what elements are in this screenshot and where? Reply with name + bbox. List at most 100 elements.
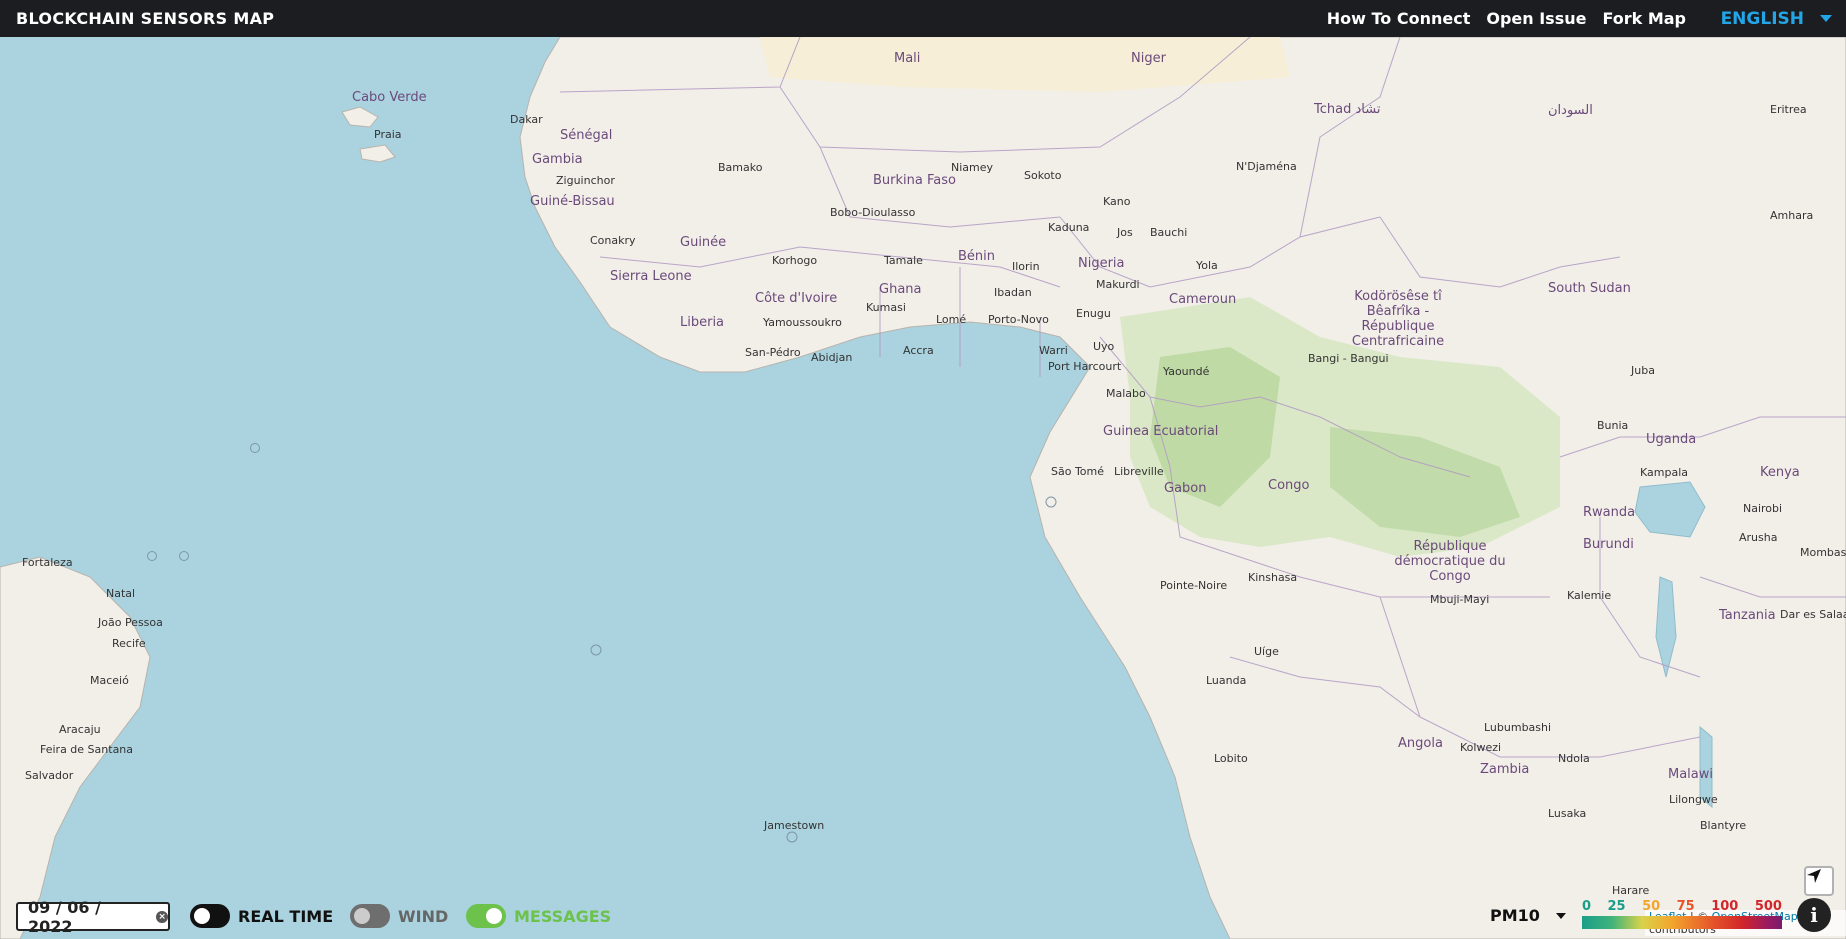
map-label-city: Feira de Santana bbox=[40, 743, 134, 756]
legend-ticks: 0 25 50 75 100 500 bbox=[1582, 899, 1782, 915]
map-label-country: Gambia bbox=[532, 152, 583, 167]
map-label-city: Niamey bbox=[951, 161, 994, 174]
chevron-down-icon bbox=[1820, 15, 1832, 22]
map-label-city: Yaoundé bbox=[1163, 365, 1210, 378]
map-label-city: Bobo-Dioulasso bbox=[830, 206, 916, 219]
map-label-city: São Tomé bbox=[1051, 465, 1105, 478]
map-label-city: Bunia bbox=[1597, 419, 1629, 432]
map-label-country: Malawi bbox=[1668, 767, 1714, 782]
wind-toggle[interactable]: WIND bbox=[350, 904, 448, 928]
realtime-toggle[interactable]: REAL TIME bbox=[190, 904, 333, 928]
map-label-country: Guinée bbox=[680, 235, 727, 250]
date-value: 09 / 06 / 2022 bbox=[28, 897, 101, 936]
map-label-city: Malabo bbox=[1106, 387, 1146, 400]
map-label-city: João Pessoa bbox=[98, 616, 163, 629]
map-label-city: Libreville bbox=[1114, 465, 1164, 478]
map-label-city: Port Harcourt bbox=[1048, 360, 1122, 373]
map-label-city: Amhara bbox=[1770, 209, 1814, 222]
map-label-country: Bénin bbox=[958, 249, 996, 264]
map-label-city: Pointe-Noire bbox=[1160, 579, 1228, 592]
map-label-city: Kaduna bbox=[1048, 221, 1090, 234]
map-label-city: Dar es Salaam bbox=[1780, 608, 1846, 621]
locate-button[interactable] bbox=[1804, 866, 1834, 896]
clear-date-icon[interactable]: × bbox=[156, 910, 168, 923]
nav-fork-map[interactable]: Fork Map bbox=[1602, 9, 1686, 28]
wind-label: WIND bbox=[398, 906, 449, 926]
app-title: BLOCKCHAIN SENSORS MAP bbox=[16, 9, 275, 28]
map-label-city: Maceió bbox=[90, 674, 129, 687]
nav-how-to-connect[interactable]: How To Connect bbox=[1327, 9, 1471, 28]
color-legend: 0 25 50 75 100 500 bbox=[1582, 899, 1782, 931]
map-label-city: Arusha bbox=[1739, 531, 1778, 544]
switch-knob bbox=[194, 908, 210, 924]
top-bar: BLOCKCHAIN SENSORS MAP How To Connect Op… bbox=[0, 0, 1846, 37]
legend-tick: 50 bbox=[1642, 899, 1661, 914]
map-label-city: Uyo bbox=[1093, 340, 1115, 353]
map-label-country: Mali bbox=[894, 51, 921, 66]
map-label-country: Burkina Faso bbox=[873, 173, 956, 188]
map-label-city: Lilongwe bbox=[1669, 793, 1718, 806]
map-label-city: Conakry bbox=[590, 234, 636, 247]
map-label-country: Guiné-Bissau bbox=[530, 194, 615, 209]
map-label-country: Guinea Ecuatorial bbox=[1103, 424, 1219, 439]
realtime-label: REAL TIME bbox=[238, 906, 334, 926]
map-label-city: Recife bbox=[112, 637, 146, 650]
map-label-city: Fortaleza bbox=[22, 556, 73, 569]
map-label-city: Ziguinchor bbox=[556, 174, 615, 187]
map-label-city: Lubumbashi bbox=[1484, 721, 1552, 734]
map-label-city: Eritrea bbox=[1770, 103, 1807, 116]
switch-knob bbox=[354, 908, 370, 924]
map-label-city: Bamako bbox=[718, 161, 763, 174]
language-label: ENGLISH bbox=[1720, 8, 1804, 29]
map-label-city: Luanda bbox=[1206, 674, 1247, 687]
map-label-city: Tamale bbox=[884, 254, 923, 267]
map-label-city: Kinshasa bbox=[1248, 571, 1298, 584]
map-label-city: Harare bbox=[1612, 884, 1650, 897]
legend-tick: 500 bbox=[1754, 899, 1782, 914]
map-label-city: Kumasi bbox=[866, 301, 906, 314]
map-label-country: South Sudan bbox=[1548, 281, 1631, 296]
map-label-country: Niger bbox=[1131, 51, 1166, 66]
map-label-city: Mombasa bbox=[1800, 546, 1846, 559]
map-label-country: Cabo Verde bbox=[352, 90, 427, 105]
map-label-city: Kano bbox=[1103, 195, 1131, 208]
map-label-city: Blantyre bbox=[1700, 819, 1747, 832]
map-label-city: Enugu bbox=[1076, 307, 1111, 320]
pollutant-label: PM10 bbox=[1490, 906, 1540, 925]
navigation-arrow-icon bbox=[1807, 869, 1821, 883]
map-label-city: Lobito bbox=[1214, 752, 1248, 765]
legend-gradient-bar bbox=[1582, 916, 1782, 929]
language-select[interactable]: ENGLISH bbox=[1721, 0, 1832, 37]
map-label-city: Praia bbox=[374, 128, 402, 141]
map-label-country: Gabon bbox=[1164, 481, 1207, 496]
date-input[interactable]: 09 / 06 / 2022 × bbox=[16, 898, 170, 936]
messages-toggle[interactable]: MESSAGES bbox=[466, 904, 611, 928]
map-label-country: Côte d'Ivoire bbox=[755, 291, 838, 306]
top-nav: How To Connect Open Issue Fork Map bbox=[1327, 0, 1686, 37]
map-label-country: Tanzania bbox=[1719, 608, 1776, 623]
nav-open-issue[interactable]: Open Issue bbox=[1486, 9, 1586, 28]
map-label-city: Dakar bbox=[510, 113, 543, 126]
map-label-city: Aracaju bbox=[59, 723, 101, 736]
map-label-city: Yamoussoukro bbox=[763, 316, 842, 329]
map-label-city: Natal bbox=[106, 587, 136, 600]
map-label-city: Abidjan bbox=[811, 351, 853, 364]
map-label-city: Kampala bbox=[1640, 466, 1688, 479]
map-label-city: Warri bbox=[1039, 344, 1068, 357]
map-label-city: Ndola bbox=[1558, 752, 1590, 765]
messages-switch[interactable] bbox=[466, 904, 506, 928]
map-label-country: Sierra Leone bbox=[610, 269, 692, 284]
map-label-city: Mbuji-Mayi bbox=[1430, 593, 1490, 606]
map-label-city: Ibadan bbox=[994, 286, 1032, 299]
map-label-city: Kalemie bbox=[1567, 589, 1612, 602]
wind-switch[interactable] bbox=[350, 904, 390, 928]
map-canvas[interactable]: Mali Niger Tchad تشاد Sénégal Gambia Gui… bbox=[0, 37, 1846, 939]
realtime-switch[interactable] bbox=[190, 904, 230, 928]
info-button[interactable]: i bbox=[1797, 898, 1831, 932]
map-label-country: Sénégal bbox=[560, 128, 613, 143]
pollutant-select[interactable]: PM10 bbox=[1490, 906, 1566, 925]
map-label-city: Porto-Novo bbox=[988, 313, 1049, 326]
map-label-city: Salvador bbox=[25, 769, 74, 782]
map-label-city: Lusaka bbox=[1548, 807, 1587, 820]
map-label-city: San-Pédro bbox=[745, 346, 801, 359]
